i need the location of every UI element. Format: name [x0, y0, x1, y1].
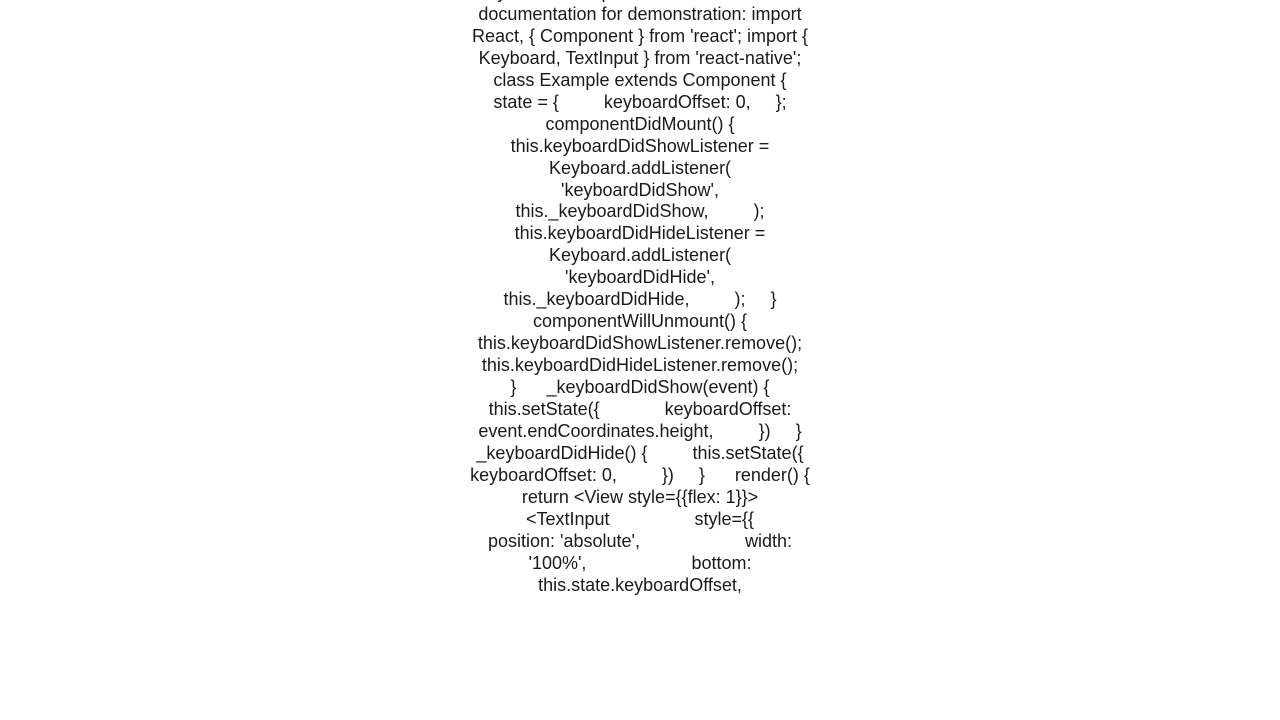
body-text: events. Here is a modification of the Ke… [470, 0, 810, 597]
document-body: events. Here is a modification of the Ke… [470, 0, 810, 597]
